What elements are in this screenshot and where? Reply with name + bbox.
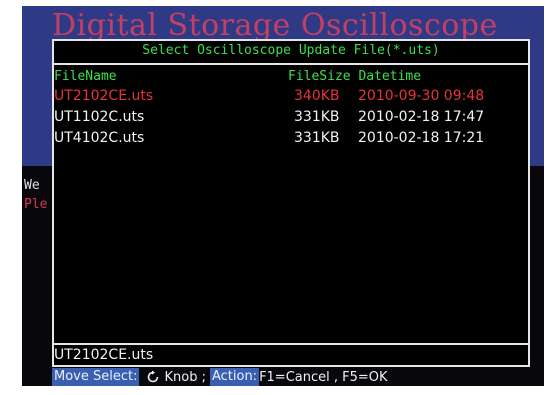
background-title: Digital Storage Oscilloscope [52, 8, 498, 43]
knob-label: Knob ; [164, 369, 206, 385]
file-list: UT2102CE.uts 340KB 2010-09-30 09:48 UT11… [54, 86, 528, 149]
file-size: 340KB [294, 88, 340, 104]
file-datetime: 2010-02-18 17:21 [358, 130, 485, 146]
file-name: UT2102CE.uts [54, 88, 154, 104]
file-name: UT4102C.uts [54, 130, 145, 146]
hint-bar: Move Select: Knob ; Action: F1=Cancel , … [52, 368, 388, 386]
file-datetime: 2010-02-18 17:47 [358, 109, 485, 125]
header-filesize-datetime: FileSize Datetime [288, 69, 422, 84]
current-file-bar: UT2102CE.uts [54, 343, 528, 365]
action-label: Action: [209, 368, 260, 386]
update-file-dialog: Select Oscilloscope Update File(*.uts) F… [52, 39, 530, 367]
move-select-label: Move Select: [52, 368, 140, 386]
file-row[interactable]: UT1102C.uts 331KB 2010-02-18 17:47 [54, 107, 528, 128]
header-filename: FileName [54, 69, 117, 84]
background-text-line-2: Ple [24, 197, 48, 212]
dialog-title: Select Oscilloscope Update File(*.uts) [142, 43, 440, 58]
file-row-selected[interactable]: UT2102CE.uts 340KB 2010-09-30 09:48 [54, 86, 528, 107]
file-row[interactable]: UT4102C.uts 331KB 2010-02-18 17:21 [54, 128, 528, 149]
file-list-header: FileName FileSize Datetime [54, 63, 528, 85]
file-size: 331KB [294, 130, 340, 146]
file-datetime: 2010-09-30 09:48 [358, 88, 485, 104]
rotate-knob-icon [148, 370, 159, 383]
file-size: 331KB [294, 109, 340, 125]
oscilloscope-screen: Digital Storage Oscilloscope We Ple Sele… [22, 6, 544, 386]
action-keys: F1=Cancel , F5=OK [259, 369, 388, 385]
file-name: UT1102C.uts [54, 109, 145, 125]
background-text-line-1: We [24, 178, 40, 193]
